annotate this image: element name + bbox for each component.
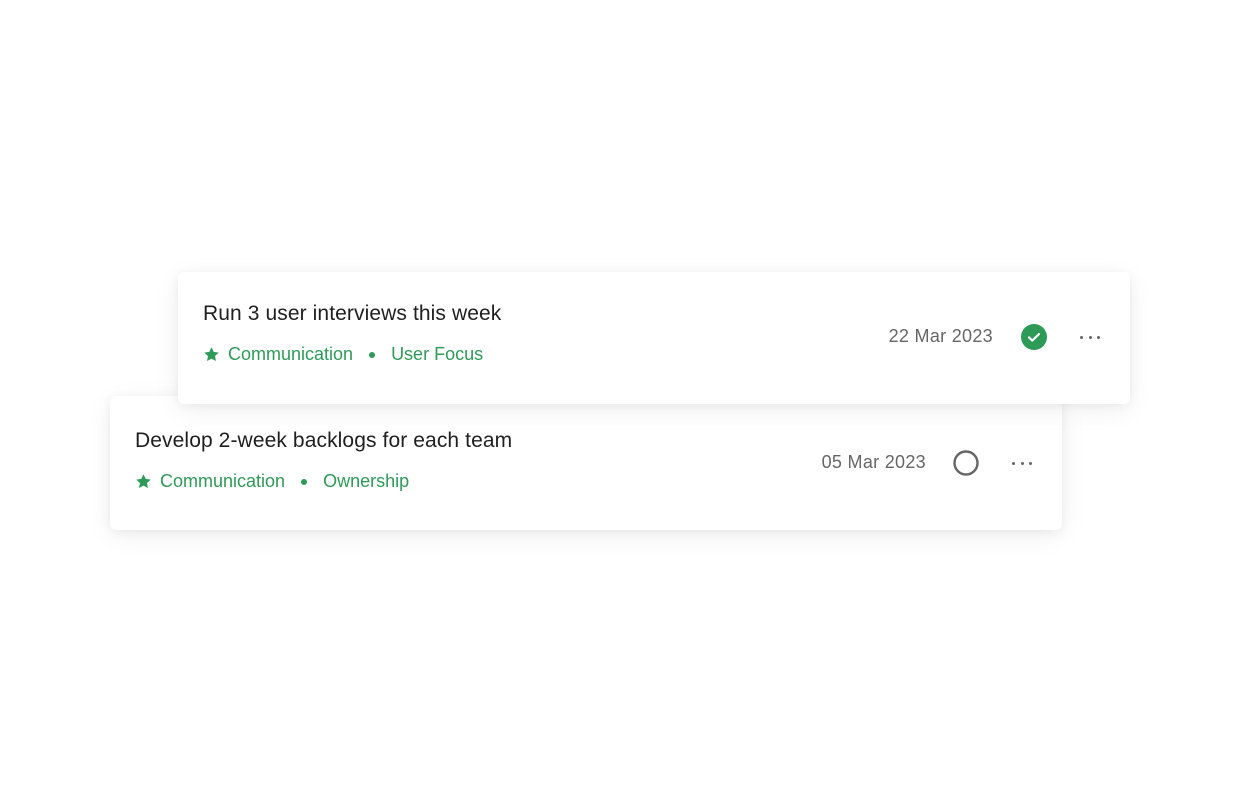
goal-list: Develop 2-week backlogs for each team Co… xyxy=(0,0,1240,800)
more-options-button[interactable] xyxy=(1080,325,1100,349)
dot xyxy=(1097,335,1100,339)
dot xyxy=(1020,461,1024,465)
empty-circle-icon[interactable] xyxy=(953,450,979,476)
goal-tags: Communication Ownership xyxy=(135,471,409,492)
goal-card[interactable]: Run 3 user interviews this week Communic… xyxy=(178,272,1130,404)
goal-tag[interactable]: Communication xyxy=(160,471,285,492)
goal-due-date: 05 Mar 2023 xyxy=(821,452,926,472)
dot xyxy=(1029,461,1032,465)
check-circle-icon[interactable] xyxy=(1021,324,1047,350)
dot xyxy=(1088,335,1092,339)
tag-separator xyxy=(301,478,308,485)
star-icon xyxy=(136,474,151,489)
star-icon xyxy=(204,347,219,362)
goal-tags: Communication User Focus xyxy=(203,344,483,365)
dot xyxy=(1012,461,1015,465)
goal-tag[interactable]: User Focus xyxy=(391,344,483,365)
goal-title[interactable]: Develop 2-week backlogs for each team xyxy=(135,429,512,453)
goal-tag[interactable]: Communication xyxy=(228,344,353,365)
goal-title[interactable]: Run 3 user interviews this week xyxy=(203,302,501,326)
more-options-button[interactable] xyxy=(1012,451,1032,475)
dot xyxy=(1080,335,1083,339)
goal-due-date: 22 Mar 2023 xyxy=(888,326,993,346)
tag-separator xyxy=(369,351,376,358)
goal-tag[interactable]: Ownership xyxy=(323,471,409,492)
goal-card[interactable]: Develop 2-week backlogs for each team Co… xyxy=(110,396,1062,530)
